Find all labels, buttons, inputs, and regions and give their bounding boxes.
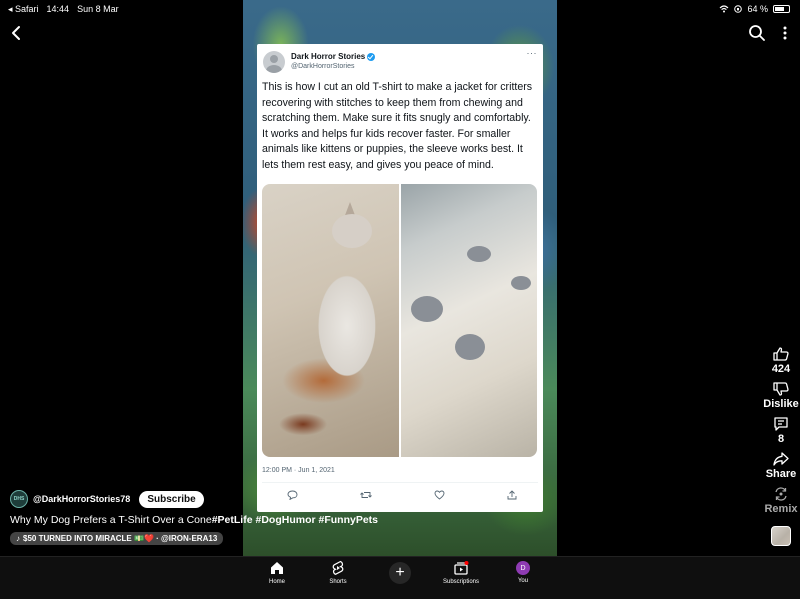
video-title-hashtags[interactable]: #PetLife #DogHumor #FunnyPets	[212, 514, 378, 526]
tweet-actions	[287, 490, 517, 500]
remix-label: Remix	[764, 503, 798, 515]
video-title-text: Why My Dog Prefers a T-Shirt Over a Cone	[10, 514, 212, 526]
nav-create[interactable]: +	[370, 560, 430, 584]
tweet-photos	[262, 184, 537, 457]
like-count: 424	[771, 363, 791, 375]
search-icon[interactable]	[748, 24, 766, 42]
video-title[interactable]: Why My Dog Prefers a T-Shirt Over a Cone…	[10, 514, 378, 526]
subscriptions-icon	[454, 561, 469, 575]
create-plus-icon: +	[389, 562, 411, 584]
comment-icon	[774, 417, 788, 431]
nav-you[interactable]: D You	[493, 560, 553, 584]
verified-badge-icon	[367, 52, 376, 61]
tweet-divider	[262, 482, 538, 483]
back-to-app-link[interactable]: ◂ Safari	[8, 4, 39, 15]
like-button[interactable]: 424	[762, 347, 800, 375]
share-button[interactable]: Share	[762, 452, 800, 480]
bottom-nav: Home Shorts + Subscriptions D You	[0, 556, 800, 599]
channel-name[interactable]: @DarkHorrorStories78	[33, 494, 130, 504]
battery-percent: 64 %	[747, 4, 768, 14]
status-time: 14:44	[46, 4, 70, 14]
music-note-icon: ♪	[16, 534, 20, 543]
more-vert-icon[interactable]	[776, 24, 794, 42]
orientation-lock-icon	[734, 5, 743, 13]
tweet-handle: @DarkHorrorStories	[291, 63, 355, 70]
wifi-icon	[720, 5, 729, 13]
shorts-icon	[332, 560, 344, 575]
tweet-author-name: Dark Horror Stories	[291, 52, 366, 61]
channel-row: DHS @DarkHorrorStories78 Subscribe	[10, 490, 204, 508]
retweet-icon	[360, 492, 372, 498]
dislike-label: Dislike	[763, 398, 799, 410]
sound-label: $50 TURNED INTO MIRACLE 💵❤️ · @IRON-ERA1…	[23, 534, 218, 543]
subscribe-button[interactable]: Subscribe	[139, 490, 204, 508]
nav-home[interactable]: Home	[247, 560, 307, 585]
share-tweet-icon	[507, 490, 517, 500]
status-date: Sun 8 Mar	[77, 4, 119, 14]
you-avatar: D	[516, 561, 530, 575]
cat-in-shirt-photo	[262, 184, 399, 457]
home-icon	[271, 562, 283, 574]
nav-you-label: You	[517, 578, 529, 584]
reply-icon	[287, 490, 298, 500]
remix-button[interactable]: Remix	[762, 487, 800, 515]
chevron-left-icon[interactable]	[8, 24, 26, 42]
tweet-timestamp: 12:00 PM · Jun 1, 2021	[262, 467, 335, 474]
thumb-down-icon	[773, 382, 789, 396]
cut-shirt-photo	[400, 184, 537, 457]
battery-icon	[773, 5, 790, 13]
heart-icon	[434, 490, 445, 500]
nav-subscriptions-label: Subscriptions	[442, 579, 480, 585]
nav-subscriptions[interactable]: Subscriptions	[431, 560, 491, 585]
tweet-author: Dark Horror Stories	[291, 52, 376, 61]
share-label: Share	[765, 468, 797, 480]
sound-chip[interactable]: ♪ $50 TURNED INTO MIRACLE 💵❤️ · @IRON-ER…	[10, 532, 224, 545]
remix-icon	[775, 487, 787, 501]
tweet-text: This is how I cut an old T-shirt to make…	[262, 81, 533, 171]
comments-button[interactable]: 8	[762, 417, 800, 445]
tweet-card: Dark Horror Stories @DarkHorrorStories ·…	[257, 44, 543, 512]
sound-thumbnail[interactable]	[771, 526, 791, 546]
nav-shorts[interactable]: Shorts	[308, 560, 368, 585]
comment-count: 8	[777, 433, 785, 445]
tweet-more-icon: ···	[526, 48, 537, 58]
share-icon	[773, 452, 789, 466]
dislike-button[interactable]: Dislike	[762, 382, 800, 410]
thumb-up-icon	[773, 347, 789, 361]
channel-avatar[interactable]: DHS	[10, 490, 28, 508]
tweet-avatar	[263, 51, 285, 73]
nav-shorts-label: Shorts	[329, 579, 347, 585]
nav-home-label: Home	[268, 579, 285, 585]
